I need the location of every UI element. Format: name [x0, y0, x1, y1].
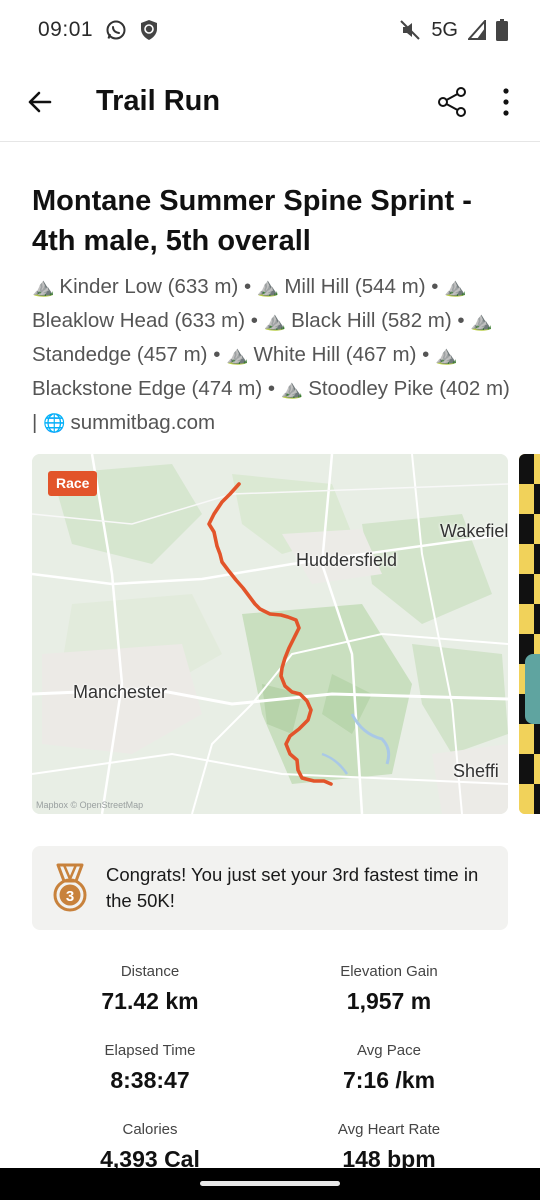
achievement-text: Congrats! You just set your 3rd fastest …: [106, 864, 479, 911]
stat-label: Avg Pace: [357, 1042, 421, 1059]
stat-label: Avg Heart Rate: [337, 1121, 441, 1138]
stat-label: Elevation Gain: [340, 963, 438, 980]
mountain-icon: ⛰️: [226, 345, 254, 365]
more-options-button[interactable]: [482, 78, 530, 126]
stat-value: 8:38:47: [110, 1067, 190, 1093]
medal-icon: 3: [53, 863, 87, 912]
map-label-huddersfield: Huddersfield: [296, 550, 398, 570]
stat-label: Calories: [122, 1121, 178, 1138]
stat-calories: Calories 4,393 Cal: [30, 1121, 270, 1168]
system-nav-bar: [0, 1168, 540, 1200]
mountain-icon: ⛰️: [32, 277, 60, 297]
network-type: 5G: [431, 18, 458, 41]
mountain-icon: ⛰️: [263, 311, 292, 331]
app-bar: Trail Run: [0, 62, 540, 142]
page-title: Trail Run: [96, 85, 221, 117]
signal-icon: [468, 20, 486, 40]
battery-icon: [496, 19, 508, 41]
summit-item: Mill Hill (544 m): [284, 275, 426, 298]
stat-distance: Distance 71.42 km: [30, 963, 270, 1015]
whatsapp-icon: [105, 19, 127, 41]
mountain-icon: ⛰️: [256, 277, 285, 297]
activity-photo-peek[interactable]: [519, 454, 540, 814]
separator: •: [245, 309, 264, 332]
share-icon: [438, 86, 466, 117]
stat-label: Distance: [120, 963, 180, 980]
home-gesture-pill[interactable]: [200, 1181, 340, 1186]
separator: •: [262, 377, 281, 400]
separator: •: [238, 275, 257, 298]
stat-avg-heart-rate: Avg Heart Rate 148 bpm: [269, 1121, 509, 1168]
activity-description: ⛰️ Kinder Low (633 m) • ⛰️ Mill Hill (54…: [32, 270, 510, 440]
mountain-icon: ⛰️: [444, 277, 467, 297]
stat-elevation-gain: Elevation Gain 1,957 m: [269, 963, 509, 1015]
stat-value: 71.42 km: [101, 988, 199, 1014]
route-map[interactable]: Race Huddersfield Wakefiel Manchester Sh…: [32, 454, 508, 814]
summit-item: Bleaklow Head (633 m): [32, 309, 246, 332]
stat-avg-pace: Avg Pace 7:16 /km: [269, 1042, 509, 1094]
status-time: 09:01: [38, 18, 94, 41]
status-bar: 09:01 5G: [0, 0, 540, 60]
stat-value: 1,957 m: [346, 988, 432, 1014]
back-button[interactable]: [14, 77, 64, 127]
summit-item: Black Hill (582 m): [291, 309, 452, 332]
svg-text:3: 3: [66, 888, 74, 905]
separator: •: [207, 343, 227, 366]
summit-item: Stoodley Pike (402 m): [308, 377, 510, 400]
mountain-icon: ⛰️: [280, 379, 309, 399]
share-button[interactable]: [428, 78, 476, 126]
athlete-header-peek: [32, 143, 508, 149]
separator: •: [451, 309, 471, 332]
stat-elapsed-time: Elapsed Time 8:38:47: [30, 1042, 270, 1094]
mute-icon: [399, 19, 421, 41]
stat-label: Elapsed Time: [104, 1042, 196, 1059]
separator: •: [416, 343, 435, 366]
separator: •: [425, 275, 445, 298]
shield-icon: [139, 19, 159, 41]
summit-item: Blackstone Edge (474 m): [32, 377, 263, 400]
achievement-banner[interactable]: 3 Congrats! You just set your 3rd fastes…: [32, 846, 508, 930]
stat-value: 7:16 /km: [342, 1067, 436, 1093]
map-label-wakefield: Wakefiel: [440, 521, 508, 541]
mountain-icon: ⛰️: [434, 345, 458, 365]
map-canvas: [32, 454, 508, 814]
map-label-sheffield: Sheffi: [453, 761, 499, 781]
mountain-icon: ⛰️: [470, 311, 493, 331]
stat-value: 4,393 Cal: [100, 1146, 200, 1168]
map-attribution: Mapbox © OpenStreetMap: [36, 800, 144, 810]
globe-icon: 🌐: [43, 413, 71, 433]
map-label-manchester: Manchester: [73, 682, 168, 702]
stat-value: 148 bpm: [342, 1146, 436, 1168]
summitbag-link[interactable]: summitbag.com: [70, 411, 215, 434]
race-badge: Race: [48, 471, 98, 496]
back-arrow-icon: [28, 91, 52, 112]
activity-title: Montane Summer Spine Sprint - 4th male, …: [32, 185, 472, 257]
more-vertical-icon: [503, 87, 509, 116]
activity-content[interactable]: Montane Summer Spine Sprint - 4th male, …: [0, 143, 540, 1168]
summit-item: Kinder Low (633 m): [59, 275, 239, 298]
summit-item: Standedge (457 m): [32, 343, 208, 366]
summit-item: White Hill (467 m): [253, 343, 417, 366]
separator: |: [32, 411, 44, 434]
